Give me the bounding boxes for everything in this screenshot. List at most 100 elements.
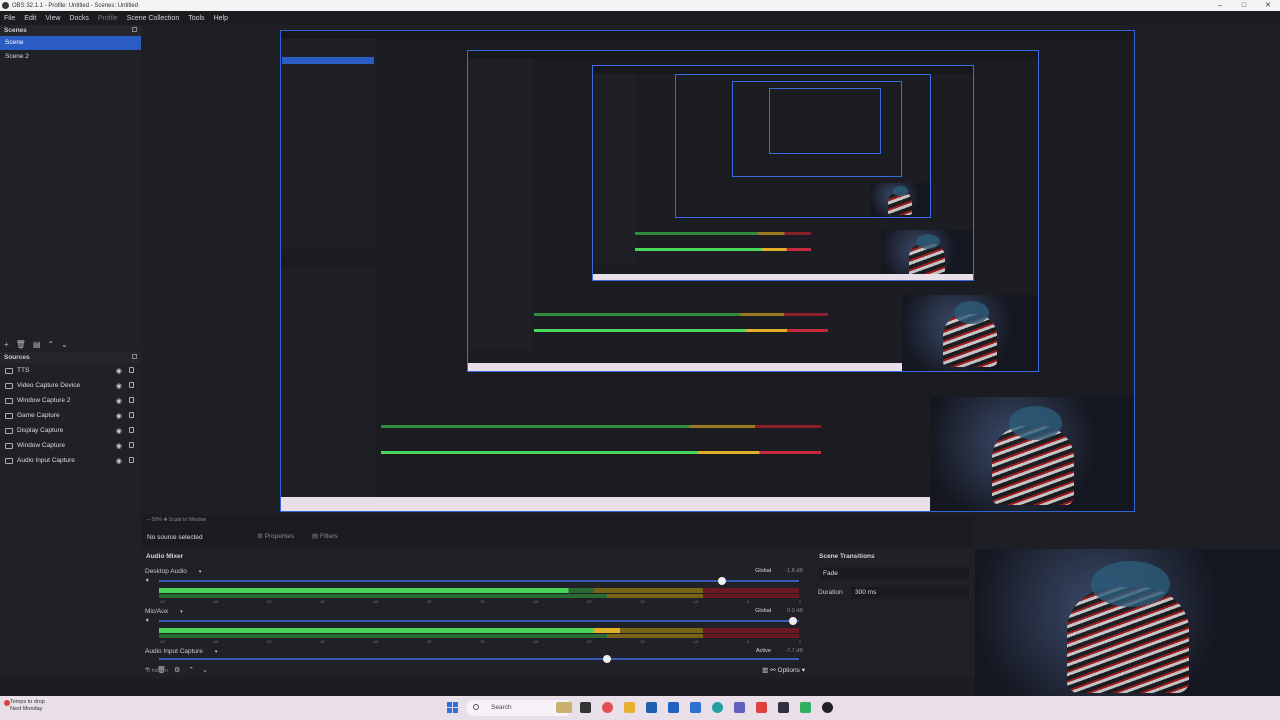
nested-scenes-panel (281, 39, 376, 249)
scene-item-scene[interactable]: Scene (0, 36, 141, 50)
mail-icon[interactable] (690, 702, 701, 713)
filters-button[interactable]: ▤ Filters (312, 532, 338, 540)
volume-knob[interactable] (718, 577, 727, 585)
menu-tools[interactable]: Tools (188, 15, 204, 22)
meter-tick: -50 (265, 639, 272, 644)
file-explorer-icon[interactable] (624, 702, 635, 713)
meter-tick: -10 (692, 639, 699, 644)
volume-knob[interactable] (788, 617, 797, 625)
discord-icon[interactable] (734, 702, 745, 713)
menu-help[interactable]: Help (214, 15, 228, 22)
windows-start-icon[interactable] (447, 702, 458, 713)
weather-widget[interactable]: Temps to drop Next Monday (4, 699, 45, 713)
taskbar-app-icon[interactable] (556, 702, 572, 713)
monitor-icon (5, 427, 13, 434)
window-icon (5, 442, 13, 449)
eye-icon[interactable]: ◉ (116, 412, 122, 420)
speaker-icon[interactable]: 🔈︎ (146, 577, 150, 585)
volume-slider[interactable] (159, 577, 799, 585)
transition-select[interactable]: Fade (819, 567, 969, 580)
meter-tick: -25 (532, 599, 539, 604)
undock-icon[interactable] (132, 354, 137, 359)
remove-scene-icon[interactable]: 🗑 (16, 340, 26, 349)
menu-file[interactable]: File (4, 15, 15, 22)
nested-scenes-panel (468, 59, 532, 349)
volume-slider[interactable] (159, 655, 799, 663)
zoom-info[interactable]: ─ 50% ✚ Scale to Window (147, 517, 206, 523)
close-button[interactable]: ✕ (1256, 0, 1280, 11)
mixer-options-button[interactable]: ▥ ⚯ Options ▾ (762, 666, 805, 674)
source-item[interactable]: Window Capture ◉ (0, 438, 141, 453)
obs-taskbar-icon[interactable] (822, 702, 833, 713)
nested-preview-level-6 (769, 88, 881, 154)
scene-filters-icon[interactable]: ▤ (33, 340, 41, 349)
audio-mixer-dock: Audio Mixer Desktop Audio ▾ Global -1.8 dB 🔈… (141, 550, 813, 678)
meter-tick: -35 (425, 639, 432, 644)
task-view-icon[interactable] (580, 702, 591, 713)
volume-knob[interactable] (603, 655, 611, 663)
channel-badge: Active (756, 648, 771, 654)
properties-button[interactable]: ⚙ Properties (257, 532, 294, 540)
maximize-button[interactable]: □ (1232, 0, 1256, 11)
lock-icon[interactable] (129, 367, 134, 373)
channel-name: Desktop Audio ▾ (145, 568, 202, 575)
undock-icon[interactable] (132, 27, 137, 32)
store-icon[interactable] (646, 702, 657, 713)
gear-icon[interactable]: ⚙ (174, 666, 180, 674)
source-item[interactable]: Window Capture 2 ◉ (0, 393, 141, 408)
scenes-dock: Scenes Scene Scene 2 + 🗑 ▤ ⌃ ⌄ (0, 25, 141, 351)
move-up-icon[interactable]: ⌃ (188, 666, 194, 674)
add-scene-icon[interactable]: + (4, 340, 9, 349)
eye-icon[interactable]: ◉ (116, 367, 122, 375)
app-icon[interactable] (800, 702, 811, 713)
browser-icon[interactable] (602, 702, 613, 713)
brave-icon[interactable] (756, 702, 767, 713)
chevron-down-icon[interactable]: ▾ (215, 649, 218, 655)
speaker-icon[interactable]: 🔈︎ (146, 617, 150, 625)
menu-docks[interactable]: Docks (69, 15, 88, 22)
channel-name: Audio Input Capture ▾ (145, 648, 218, 655)
source-item[interactable]: Audio Input Capture ◉ (0, 453, 141, 468)
nested-menu-bar (281, 31, 1134, 39)
eye-icon[interactable]: ◉ (116, 442, 122, 450)
lock-icon[interactable] (129, 397, 134, 403)
dropbox-icon[interactable] (668, 702, 679, 713)
source-item[interactable]: Display Capture ◉ (0, 423, 141, 438)
eye-icon[interactable]: ◉ (116, 457, 122, 465)
menu-view[interactable]: View (45, 15, 60, 22)
scenes-dock-title: Scenes (0, 25, 141, 36)
move-down-icon[interactable]: ⌄ (61, 340, 68, 349)
lock-icon[interactable] (129, 457, 134, 463)
move-up-icon[interactable]: ⌃ (47, 340, 54, 349)
duration-input[interactable]: 300 ms (851, 587, 969, 599)
lock-icon[interactable] (129, 442, 134, 448)
menu-scene-collection[interactable]: Scene Collection (127, 15, 180, 22)
menu-edit[interactable]: Edit (24, 15, 36, 22)
source-label: TTS (17, 367, 30, 374)
program-preview[interactable] (280, 30, 1135, 512)
edge-icon[interactable] (712, 702, 723, 713)
chevron-down-icon[interactable]: ▾ (199, 569, 202, 575)
obs-window: OBS 32.1.1 - Profile: Untitled - Scenes:… (0, 0, 1280, 720)
sources-title: Sources (4, 354, 30, 361)
source-item[interactable]: Game Capture ◉ (0, 408, 141, 423)
chevron-down-icon[interactable]: ▾ (180, 609, 183, 615)
source-item[interactable]: TTS ◉ (0, 363, 141, 378)
volume-slider[interactable] (159, 617, 799, 625)
lock-icon[interactable] (129, 427, 134, 433)
eye-icon[interactable]: ◉ (116, 427, 122, 435)
scene-item-scene-2[interactable]: Scene 2 (0, 50, 141, 64)
window-icon (5, 397, 13, 404)
move-down-icon[interactable]: ⌄ (202, 666, 208, 674)
volume-meter-secondary (159, 594, 799, 598)
eye-icon[interactable]: ◉ (116, 382, 122, 390)
lock-icon[interactable] (129, 382, 134, 388)
source-item[interactable]: Video Capture Device ◉ (0, 378, 141, 393)
gamepad-icon (5, 412, 13, 419)
nested-preview-level-2 (467, 50, 1039, 372)
eye-icon[interactable]: ◉ (116, 397, 122, 405)
minimize-button[interactable]: – (1208, 0, 1232, 11)
lock-icon[interactable] (129, 412, 134, 418)
steam-icon[interactable] (778, 702, 789, 713)
menu-profile[interactable]: Profile (98, 15, 118, 22)
